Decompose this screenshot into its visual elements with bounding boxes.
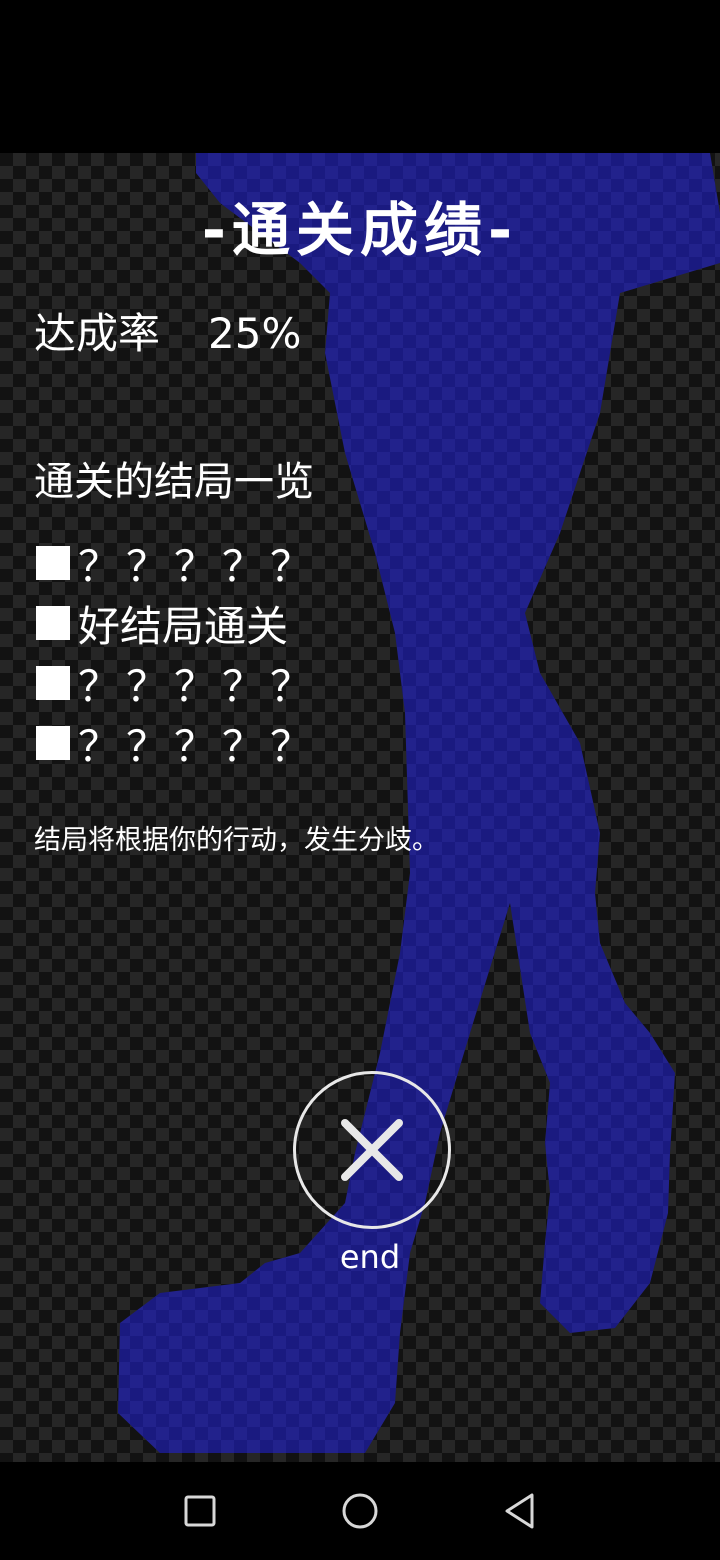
nav-recent-button[interactable] xyxy=(175,1486,225,1536)
ending-square-icon xyxy=(36,726,70,760)
circle-icon xyxy=(342,1493,378,1529)
ending-square-icon xyxy=(36,606,70,640)
branching-note: 结局将根据你的行动，发生分歧。 xyxy=(34,825,439,856)
nav-back-button[interactable] xyxy=(495,1486,545,1536)
close-x-icon xyxy=(341,1119,403,1181)
ending-label: ？？？？？ xyxy=(78,721,319,771)
nav-home-button[interactable] xyxy=(335,1486,385,1536)
endings-heading: 通关的结局一览 xyxy=(34,459,314,505)
end-button[interactable] xyxy=(293,1071,451,1229)
rate-label: 达成率 xyxy=(34,309,161,358)
ending-item: ？？？？？ xyxy=(36,713,318,773)
ending-label: ？？？？？ xyxy=(78,661,319,711)
game-area: -通关成绩- 达成率 25% 通关的结局一览 ？？？？？ 好结局通关 ？？？？？ … xyxy=(0,153,720,1462)
endings-list: ？？？？？ 好结局通关 ？？？？？ ？？？？？ xyxy=(36,533,318,773)
ending-item: ？？？？？ xyxy=(36,533,318,593)
ending-label: ？？？？？ xyxy=(78,541,319,591)
end-button-label[interactable]: end xyxy=(320,1237,420,1277)
achievement-rate: 达成率 25% xyxy=(34,306,301,362)
ending-square-icon xyxy=(36,546,70,580)
square-icon xyxy=(184,1495,216,1527)
screen: -通关成绩- 达成率 25% 通关的结局一览 ？？？？？ 好结局通关 ？？？？？ … xyxy=(0,0,720,1560)
page-title: -通关成绩- xyxy=(201,196,519,264)
ending-square-icon xyxy=(36,666,70,700)
system-nav-bar xyxy=(0,1462,720,1560)
triangle-back-icon xyxy=(505,1493,534,1529)
ending-label: 好结局通关 xyxy=(78,601,289,651)
rate-value: 25% xyxy=(208,309,302,358)
ending-item: 好结局通关 xyxy=(36,593,318,653)
ending-item: ？？？？？ xyxy=(36,653,318,713)
